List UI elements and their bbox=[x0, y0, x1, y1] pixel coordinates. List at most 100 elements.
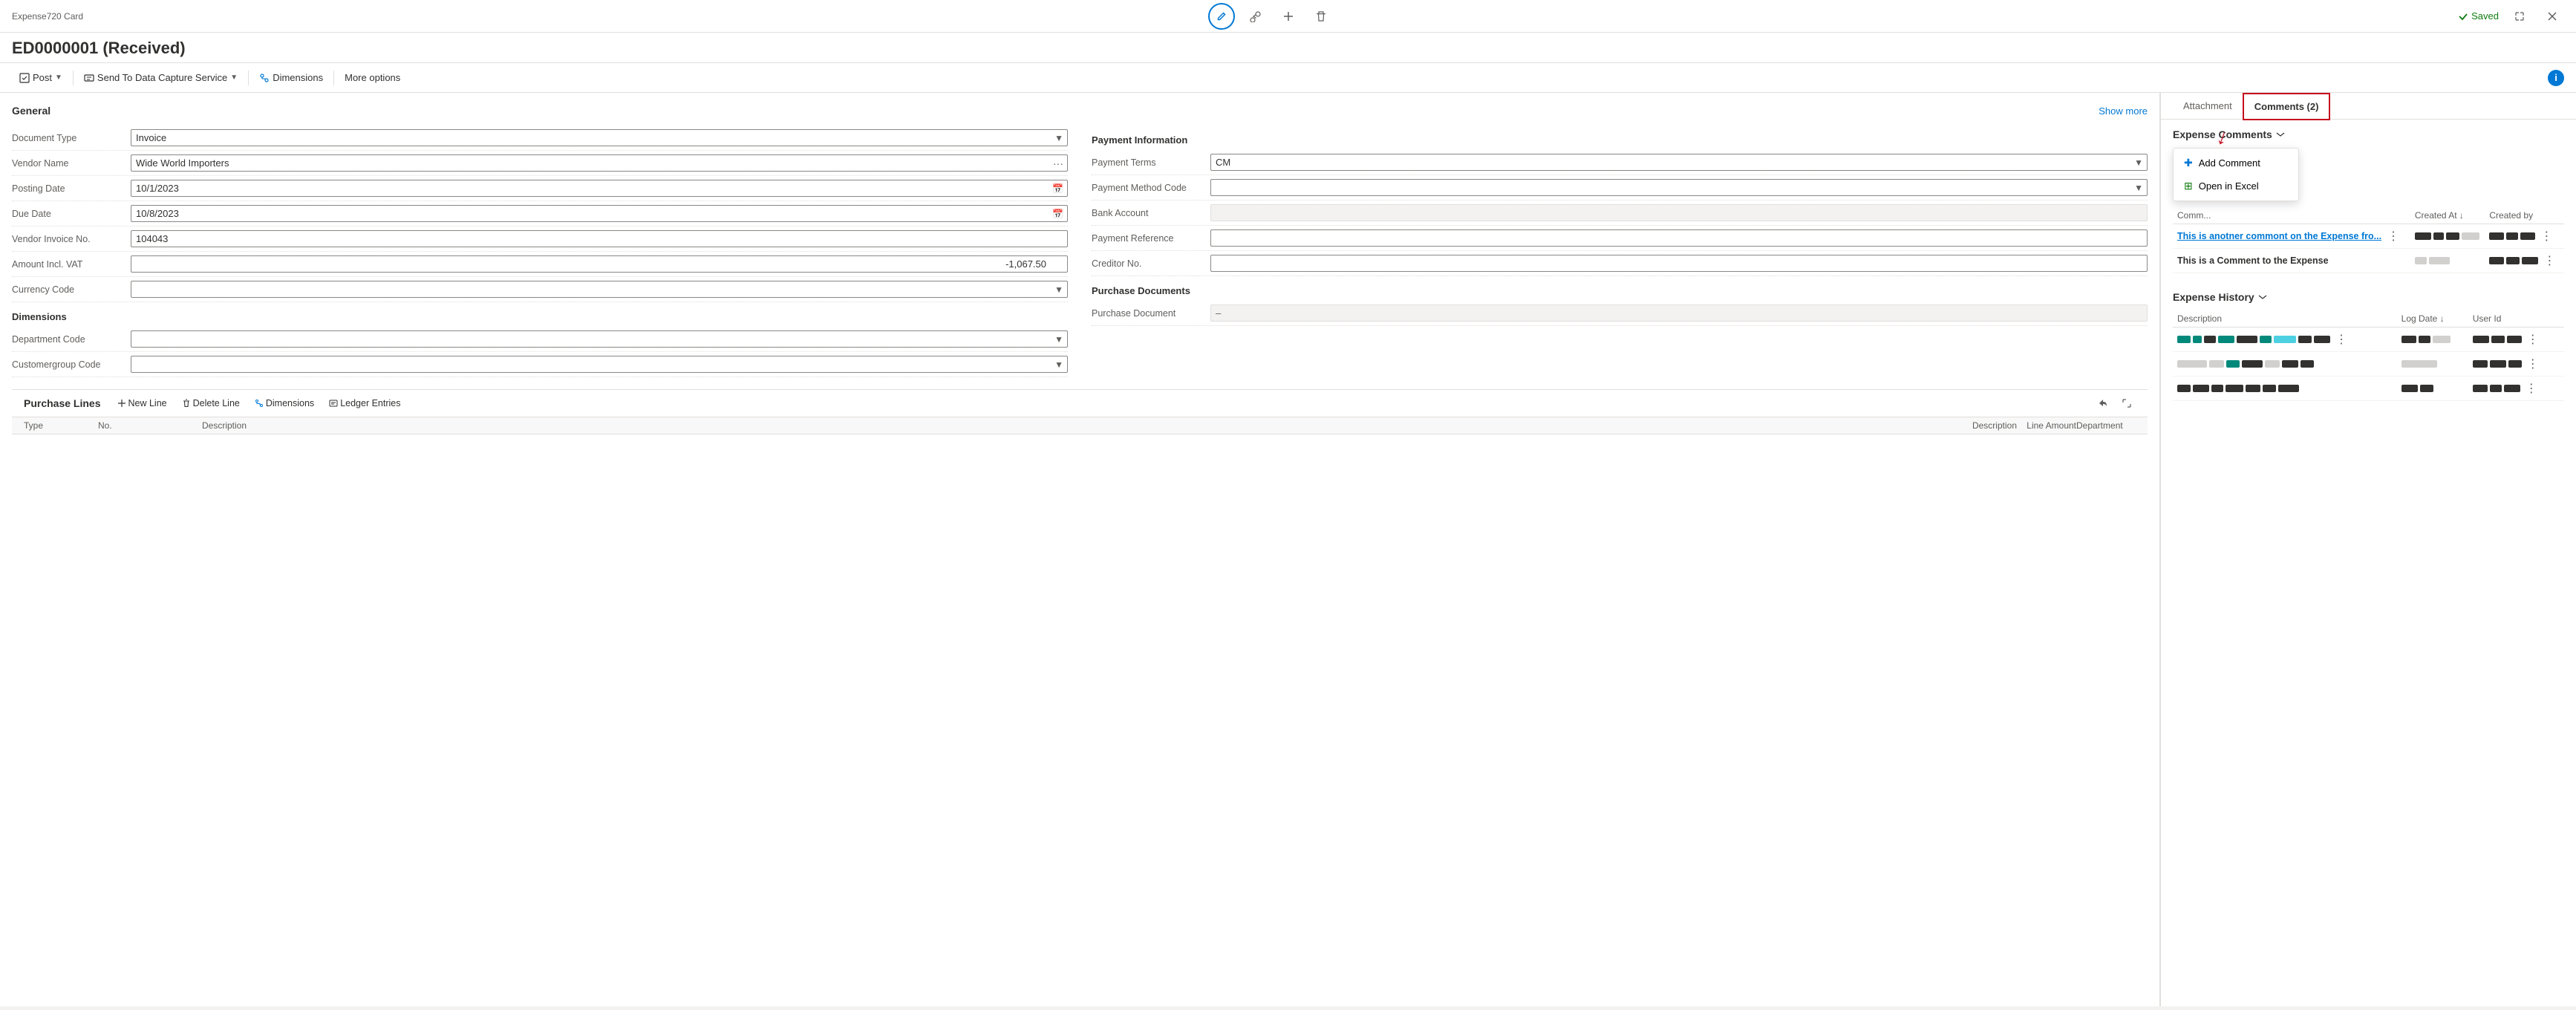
info-button[interactable]: i bbox=[2548, 70, 2564, 86]
purchase-lines-bar: Purchase Lines New Line Delete Line Dime… bbox=[12, 389, 2148, 417]
comment-1-date bbox=[2410, 224, 2485, 249]
history-2-more[interactable]: ⋮ bbox=[2524, 356, 2542, 371]
expand-button[interactable] bbox=[2508, 4, 2531, 28]
history-3-more[interactable]: ⋮ bbox=[2523, 381, 2540, 396]
vendor-invoice-control bbox=[131, 230, 1068, 247]
history-1-more[interactable]: ⋮ bbox=[2332, 332, 2350, 347]
history-table: Description Log Date ↓ User Id bbox=[2173, 310, 2564, 401]
tab-bar: Attachment Comments (2) bbox=[2161, 93, 2576, 120]
delete-line-button[interactable]: Delete Line bbox=[177, 397, 244, 410]
comments-table: Comm... Created At ↓ Created by This is … bbox=[2173, 207, 2564, 273]
comment-1-by-more[interactable]: ⋮ bbox=[2537, 229, 2555, 244]
history-desc-2 bbox=[2173, 352, 2397, 377]
due-date-input[interactable] bbox=[131, 205, 1068, 222]
lines-dimensions-button[interactable]: Dimensions bbox=[250, 397, 319, 410]
excel-icon: ⊞ bbox=[2184, 180, 2193, 192]
comment-2-by: ⋮ bbox=[2485, 249, 2564, 273]
send-chevron[interactable]: ▼ bbox=[230, 74, 238, 82]
purchase-docs-subsection: Purchase Documents Purchase Document bbox=[1092, 285, 2148, 326]
customer-group-select[interactable] bbox=[131, 356, 1068, 373]
creditor-input[interactable] bbox=[1210, 255, 2148, 272]
show-more-button[interactable]: Show more bbox=[2099, 105, 2148, 117]
dept-code-control: ▼ bbox=[131, 330, 1068, 348]
history-desc-3 bbox=[2173, 377, 2397, 401]
share-button[interactable] bbox=[1244, 4, 1268, 28]
post-button[interactable]: Post ▼ bbox=[12, 69, 70, 86]
left-panel: General Show more Document Type Invoice … bbox=[0, 93, 2160, 1006]
currency-code-select[interactable] bbox=[131, 281, 1068, 298]
lines-expand-button[interactable] bbox=[2118, 394, 2136, 412]
close-button[interactable] bbox=[2540, 4, 2564, 28]
main-content: General Show more Document Type Invoice … bbox=[0, 93, 2576, 1006]
comment-2-by-more[interactable]: ⋮ bbox=[2540, 253, 2558, 268]
payment-terms-select[interactable]: CM bbox=[1210, 154, 2148, 171]
action-bar: Post ▼ Send To Data Capture Service ▼ Di… bbox=[0, 63, 2576, 93]
purchase-document-field: Purchase Document bbox=[1092, 301, 2148, 326]
comment-row-2: This is a Comment to the Expense bbox=[2173, 249, 2564, 273]
more-options-button[interactable]: More options bbox=[337, 69, 408, 86]
history-desc-header: Description bbox=[2173, 310, 2397, 328]
add-button[interactable] bbox=[1276, 4, 1300, 28]
general-form: Document Type Invoice ▼ Vendor Name ··· bbox=[12, 126, 2148, 377]
comment-2-text: This is a Comment to the Expense bbox=[2173, 249, 2410, 273]
history-userid-header: User Id bbox=[2468, 310, 2564, 328]
expense-comments-header: Expense Comments bbox=[2173, 128, 2564, 140]
type-header: Type bbox=[24, 420, 98, 431]
creditor-control bbox=[1210, 255, 2148, 272]
payment-reference-input[interactable] bbox=[1210, 229, 2148, 247]
comment-dropdown-menu: ✚ Add Comment ⊞ Open in Excel bbox=[2173, 148, 2299, 201]
expense-history-section: Expense History Description Log Date ↓ U… bbox=[2173, 291, 2564, 401]
payment-terms-control: CM ▼ bbox=[1210, 154, 2148, 171]
add-comment-button[interactable]: ✚ Add Comment bbox=[2174, 152, 2298, 175]
vendor-name-input[interactable] bbox=[131, 154, 1068, 172]
attachment-tab[interactable]: Attachment bbox=[2173, 93, 2243, 119]
saved-status: Saved bbox=[2458, 10, 2499, 22]
purchase-docs-title: Purchase Documents bbox=[1092, 285, 2148, 296]
comments-tab[interactable]: Comments (2) bbox=[2243, 93, 2331, 120]
vendor-invoice-input[interactable] bbox=[131, 230, 1068, 247]
dept-code-select[interactable] bbox=[131, 330, 1068, 348]
post-chevron[interactable]: ▼ bbox=[55, 74, 62, 82]
payment-section-title: Payment Information bbox=[1092, 134, 2148, 146]
purchase-document-input bbox=[1210, 304, 2148, 322]
document-type-select[interactable]: Invoice bbox=[131, 129, 1068, 146]
comment-1-text: This is anotner commont on the Expense f… bbox=[2173, 224, 2410, 249]
customer-group-field: Customergroup Code ▼ bbox=[12, 352, 1068, 377]
bank-account-input bbox=[1210, 204, 2148, 221]
payment-method-field: Payment Method Code ▼ bbox=[1092, 175, 2148, 201]
payment-reference-field: Payment Reference bbox=[1092, 226, 2148, 251]
ledger-entries-button[interactable]: Ledger Entries bbox=[325, 397, 405, 410]
send-to-capture-button[interactable]: Send To Data Capture Service ▼ bbox=[76, 69, 245, 86]
top-bar-center bbox=[1208, 3, 1333, 30]
edit-button[interactable] bbox=[1208, 3, 1235, 30]
currency-code-control: ▼ bbox=[131, 281, 1068, 298]
lines-share-button[interactable] bbox=[2094, 394, 2112, 412]
delete-button[interactable] bbox=[1309, 4, 1333, 28]
comment-1-more[interactable]: ⋮ bbox=[2384, 229, 2402, 244]
payment-col: Payment Information Payment Terms CM ▼ P… bbox=[1092, 126, 2148, 377]
amount-vat-control bbox=[131, 255, 1068, 273]
posting-date-control: 📅 bbox=[131, 180, 1068, 197]
payment-method-select[interactable] bbox=[1210, 179, 2148, 196]
history-logdate-2 bbox=[2397, 352, 2468, 377]
bank-account-field: Bank Account bbox=[1092, 201, 2148, 226]
dimensions-button[interactable]: Dimensions bbox=[252, 69, 330, 86]
vendor-name-ellipsis[interactable]: ··· bbox=[1053, 157, 1063, 169]
comment-1-by: ⋮ bbox=[2485, 224, 2564, 249]
vendor-name-control: ··· bbox=[131, 154, 1068, 172]
vendor-invoice-field: Vendor Invoice No. bbox=[12, 227, 1068, 252]
comment-col-header: Comm... bbox=[2173, 207, 2410, 224]
new-line-button[interactable]: New Line bbox=[113, 397, 172, 410]
amount-vat-input[interactable] bbox=[131, 255, 1068, 273]
add-comment-icon: ✚ bbox=[2184, 157, 2193, 169]
right-panel: Attachment Comments (2) Expense Comments… bbox=[2160, 93, 2576, 1006]
history-row-1: ⋮ bbox=[2173, 328, 2564, 352]
open-excel-button[interactable]: ⊞ Open in Excel bbox=[2174, 175, 2298, 198]
vendor-name-field: Vendor Name ··· bbox=[12, 151, 1068, 176]
created-by-header: Created by bbox=[2485, 207, 2564, 224]
customer-group-control: ▼ bbox=[131, 356, 1068, 373]
posting-date-input[interactable] bbox=[131, 180, 1068, 197]
history-1-userid-more[interactable]: ⋮ bbox=[2524, 332, 2542, 347]
comment-dropdown-area: ✚ Add Comment ⊞ Open in Excel ↓ bbox=[2173, 148, 2564, 201]
history-userid-2: ⋮ bbox=[2468, 352, 2564, 377]
